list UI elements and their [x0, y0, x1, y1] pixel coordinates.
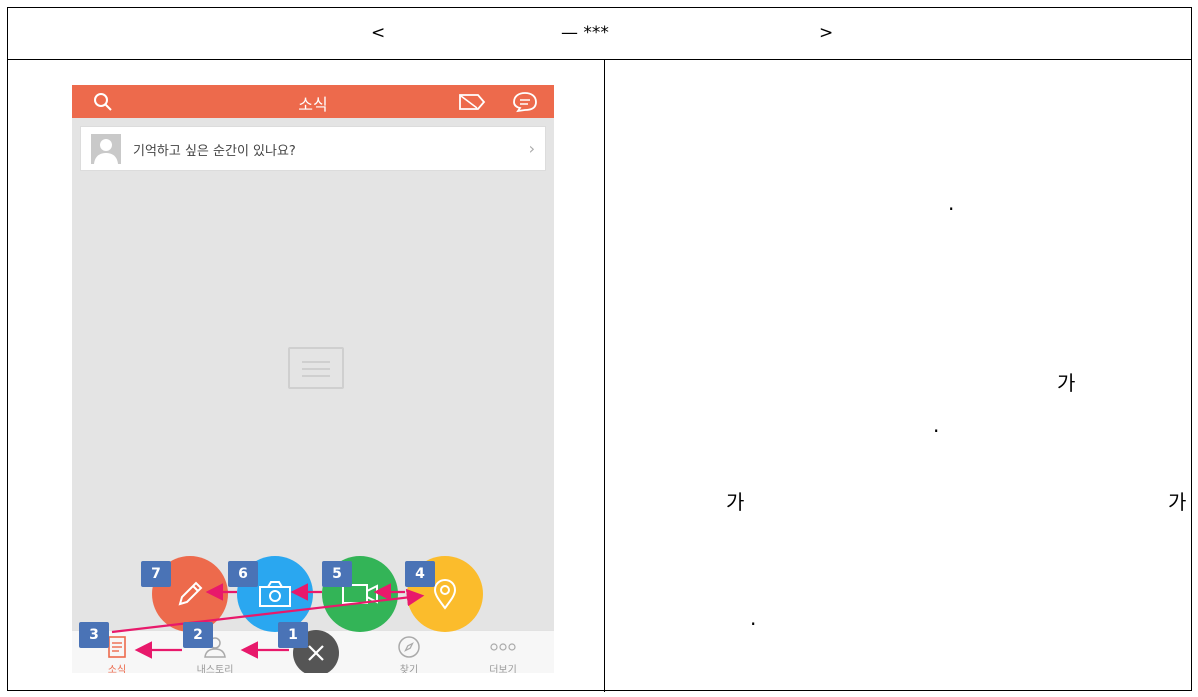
table-header-row: < — *** > [8, 8, 1191, 60]
close-icon [308, 645, 324, 661]
step-badge-3: 3 [79, 622, 109, 648]
tab-search[interactable]: 찾기 [379, 635, 439, 673]
compass-icon [398, 636, 420, 658]
desc-text-1: . [948, 191, 955, 215]
app-bar: 소식 [72, 85, 554, 118]
pencil-icon [178, 581, 203, 606]
step-badge-4: 4 [405, 561, 435, 587]
empty-feed-icon [288, 347, 344, 389]
tab-search-label: 찾기 [399, 665, 419, 673]
tab-news-label: 소식 [107, 665, 127, 673]
header-right-bracket: > [819, 23, 834, 43]
compose-prompt[interactable]: 기억하고 싶은 순간이 있나요? › [80, 126, 546, 171]
desc-text-3: . [933, 413, 940, 437]
tag-icon[interactable] [458, 92, 486, 112]
chat-icon[interactable] [510, 91, 540, 113]
default-avatar-icon [94, 139, 118, 164]
step-badge-2: 2 [183, 622, 213, 648]
tab-my-story-label: 내스토리 [196, 665, 234, 673]
desc-text-6: . [750, 606, 757, 630]
news-icon [108, 636, 126, 658]
tab-more[interactable]: 더보기 [473, 635, 533, 673]
desc-text-2: 가 [1057, 371, 1076, 395]
step-badge-6: 6 [228, 561, 258, 587]
compose-placeholder: 기억하고 싶은 순간이 있나요? [133, 144, 296, 159]
header-title: — *** [561, 23, 609, 43]
step-badge-5: 5 [322, 561, 352, 587]
desc-text-4: 가 [726, 490, 745, 514]
description-cell: . 가 . 가 가 . [605, 61, 1191, 690]
avatar [91, 134, 121, 164]
chevron-right-icon: › [528, 139, 535, 158]
tab-more-label: 더보기 [489, 665, 517, 673]
step-badge-7: 7 [141, 561, 171, 587]
more-icon [490, 643, 516, 651]
step-badge-1: 1 [278, 622, 308, 648]
desc-text-5: 가 [1168, 490, 1187, 514]
header-left-bracket: < [371, 23, 386, 43]
camera-icon [259, 581, 291, 607]
